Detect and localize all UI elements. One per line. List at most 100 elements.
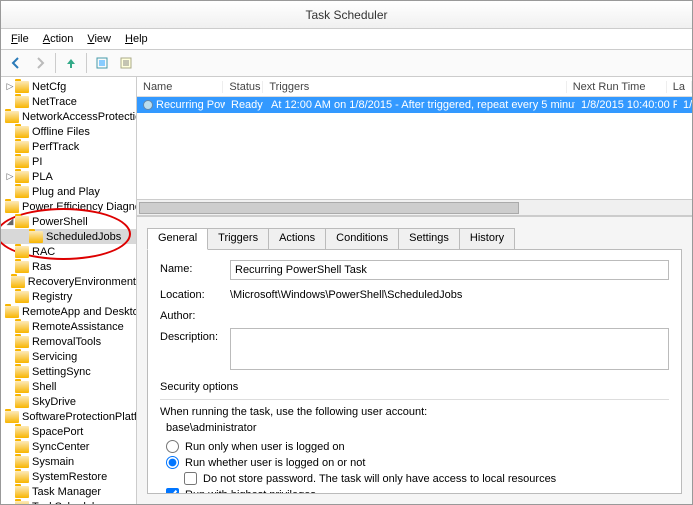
back-button[interactable]: [5, 52, 27, 74]
tree-item-shell[interactable]: Shell: [1, 379, 136, 394]
tree-twisty[interactable]: ▷: [5, 171, 15, 182]
col-nextrun[interactable]: Next Run Time: [567, 81, 667, 93]
tree-item-powershell[interactable]: ◢PowerShell: [1, 214, 136, 229]
tree-item-remoteapp-and-desktop-connections[interactable]: RemoteApp and Desktop Connections: [1, 304, 136, 319]
menu-file[interactable]: File: [5, 31, 35, 47]
col-triggers[interactable]: Triggers: [263, 81, 566, 93]
tree-twisty[interactable]: ▷: [5, 81, 15, 92]
folder-icon: [15, 441, 29, 453]
label-author: Author:: [160, 307, 230, 322]
tree-view[interactable]: ▷NetCfg NetTraceNetworkAccessProtectionOf…: [1, 77, 137, 504]
menu-action[interactable]: Action: [37, 31, 80, 47]
tree-item-plug-and-play[interactable]: Plug and Play: [1, 184, 136, 199]
tree-item-registry[interactable]: Registry: [1, 289, 136, 304]
tree-item-spaceport[interactable]: SpacePort: [1, 424, 136, 439]
folder-icon: [5, 111, 19, 123]
tree-item-skydrive[interactable]: SkyDrive: [1, 394, 136, 409]
tree-item-pi[interactable]: PI: [1, 154, 136, 169]
folder-icon: [15, 471, 29, 483]
name-field[interactable]: [230, 260, 669, 280]
security-text: When running the task, use the following…: [160, 406, 669, 418]
tree-item-networkaccessprotection[interactable]: NetworkAccessProtection: [1, 109, 136, 124]
tree-label: SettingSync: [32, 366, 91, 378]
tree-item-softwareprotectionplatform[interactable]: SoftwareProtectionPlatform: [1, 409, 136, 424]
folder-icon: [15, 366, 29, 378]
folder-icon: [15, 321, 29, 333]
tree-label: NetTrace: [32, 96, 77, 108]
folder-icon: [5, 306, 19, 318]
tree-item-removaltools[interactable]: RemovalTools: [1, 334, 136, 349]
tree-item-task-manager[interactable]: Task Manager: [1, 484, 136, 499]
cell-lastrun: 1/: [677, 99, 692, 111]
tab-settings[interactable]: Settings: [398, 228, 460, 250]
tree-item-synccenter[interactable]: SyncCenter: [1, 439, 136, 454]
tree-item-taskscheduler[interactable]: TaskScheduler: [1, 499, 136, 504]
folder-icon: [15, 486, 29, 498]
refresh-button[interactable]: [91, 52, 113, 74]
menu-view[interactable]: View: [81, 31, 117, 47]
tree-label: RemoteApp and Desktop Connections: [22, 306, 137, 318]
tree-item-systemrestore[interactable]: SystemRestore: [1, 469, 136, 484]
cell-triggers: At 12:00 AM on 1/8/2015 - After triggere…: [265, 99, 575, 111]
tree-item-pla[interactable]: ▷PLA: [1, 169, 136, 184]
folder-icon: [15, 456, 29, 468]
tree-label: Shell: [32, 381, 56, 393]
tree-item-sysmain[interactable]: Sysmain: [1, 454, 136, 469]
tree-item-settingsync[interactable]: SettingSync: [1, 364, 136, 379]
menu-bar: File Action View Help: [1, 29, 692, 49]
tree-item-perftrack[interactable]: PerfTrack: [1, 139, 136, 154]
tree-label: TaskScheduler: [32, 501, 104, 505]
detail-pane: GeneralTriggersActionsConditionsSettings…: [137, 217, 692, 504]
folder-icon: [15, 216, 29, 228]
cell-nextrun: 1/8/2015 10:40:00 PM: [575, 99, 677, 111]
check-no-password[interactable]: [184, 472, 197, 485]
radio-logged-on[interactable]: [166, 440, 179, 453]
tree-item-ras[interactable]: Ras: [1, 259, 136, 274]
folder-icon: [15, 426, 29, 438]
tab-actions[interactable]: Actions: [268, 228, 326, 250]
security-account: base\administrator: [166, 422, 669, 434]
folder-icon: [15, 396, 29, 408]
tab-general[interactable]: General: [147, 228, 208, 250]
tree-label: RecoveryEnvironment: [28, 276, 136, 288]
window-title: Task Scheduler: [1, 1, 692, 29]
tree-item-power-efficiency-diagnostics[interactable]: Power Efficiency Diagnostics: [1, 199, 136, 214]
menu-help[interactable]: Help: [119, 31, 154, 47]
tree-item-netcfg[interactable]: ▷NetCfg: [1, 79, 136, 94]
col-status[interactable]: Status: [223, 81, 263, 93]
tree-twisty[interactable]: ◢: [5, 216, 15, 227]
tree-item-nettrace[interactable]: NetTrace: [1, 94, 136, 109]
radio-logged-on-label: Run only when user is logged on: [185, 441, 345, 453]
tree-item-rac[interactable]: RAC: [1, 244, 136, 259]
tree-item-scheduledjobs[interactable]: ScheduledJobs: [1, 229, 136, 244]
check-highest-priv[interactable]: [166, 488, 179, 494]
folder-icon: [15, 261, 29, 273]
folder-icon: [11, 276, 25, 288]
properties-button[interactable]: [115, 52, 137, 74]
tab-conditions[interactable]: Conditions: [325, 228, 399, 250]
col-name[interactable]: Name: [137, 81, 223, 93]
folder-icon: [15, 96, 29, 108]
tab-triggers[interactable]: Triggers: [207, 228, 269, 250]
tree-item-remoteassistance[interactable]: RemoteAssistance: [1, 319, 136, 334]
tree-item-servicing[interactable]: Servicing: [1, 349, 136, 364]
up-button[interactable]: [60, 52, 82, 74]
tree-item-offline-files[interactable]: Offline Files: [1, 124, 136, 139]
tree-label: Registry: [32, 291, 72, 303]
forward-button[interactable]: [29, 52, 51, 74]
radio-logged-on-or-not[interactable]: [166, 456, 179, 469]
grid-header[interactable]: Name Status Triggers Next Run Time La: [137, 77, 692, 97]
tree-label: SpacePort: [32, 426, 83, 438]
task-row[interactable]: Recurring Power... Ready At 12:00 AM on …: [137, 97, 692, 113]
folder-icon: [15, 246, 29, 258]
col-lastrun[interactable]: La: [667, 81, 692, 93]
description-field[interactable]: [230, 328, 669, 370]
horizontal-scrollbar[interactable]: [137, 199, 692, 215]
scrollbar-thumb[interactable]: [139, 202, 519, 214]
tree-label: Task Manager: [32, 486, 101, 498]
folder-icon: [15, 156, 29, 168]
folder-icon: [15, 501, 29, 505]
tab-history[interactable]: History: [459, 228, 515, 250]
tree-item-recoveryenvironment[interactable]: RecoveryEnvironment: [1, 274, 136, 289]
tab-strip: GeneralTriggersActionsConditionsSettings…: [147, 227, 682, 249]
